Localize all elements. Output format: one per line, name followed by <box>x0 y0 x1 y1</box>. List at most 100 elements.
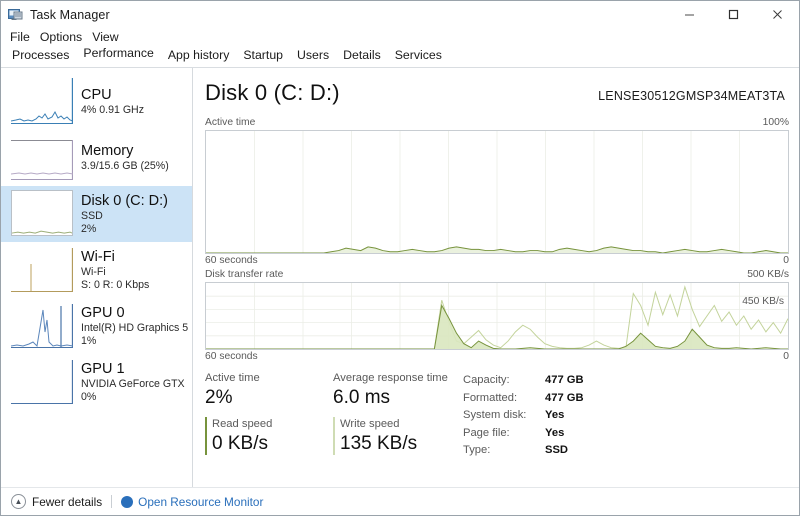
gpu-0-mini-graph <box>11 302 73 348</box>
chevron-up-icon: ▲ <box>11 494 26 509</box>
read-speed-label: Read speed <box>212 416 333 432</box>
sidebar-item-disk-0[interactable]: Disk 0 (C: D:) SSD 2% <box>1 186 192 242</box>
tab-app-history[interactable]: App history <box>161 46 237 67</box>
info-key-type: Type: <box>463 442 545 460</box>
info-value-type: SSD <box>545 442 568 460</box>
sidebar-item-wifi-sub2: S: 0 R: 0 Kbps <box>81 279 149 292</box>
average-response-time-value: 6.0 ms <box>333 386 461 410</box>
transfer-rate-graph-max: 500 KB/s <box>747 269 789 280</box>
info-row-page-file: Page file: Yes <box>463 425 789 443</box>
task-manager-window: Task Manager File Options View Processes… <box>0 0 800 516</box>
fewer-details-label: Fewer details <box>32 495 102 509</box>
average-response-time-label: Average response time <box>333 371 461 386</box>
sidebar-item-cpu-sub: 4% 0.91 GHz <box>81 104 144 117</box>
disk-mini-graph <box>11 190 73 236</box>
title-bar: Task Manager <box>1 1 799 28</box>
sidebar-item-wifi-text: Wi-Fi Wi-Fi S: 0 R: 0 Kbps <box>81 246 149 294</box>
sidebar-item-gpu-0[interactable]: GPU 0 Intel(R) HD Graphics 53( 1% <box>1 298 192 354</box>
sidebar-item-disk-0-text: Disk 0 (C: D:) SSD 2% <box>81 190 168 238</box>
sidebar-item-gpu-0-sub1: Intel(R) HD Graphics 53( <box>81 322 188 335</box>
sidebar-item-cpu-text: CPU 4% 0.91 GHz <box>81 78 144 126</box>
transfer-rate-graph[interactable]: 450 KB/s <box>205 282 789 350</box>
status-bar: ▲ Fewer details Open Resource Monitor <box>1 487 799 515</box>
tab-services[interactable]: Services <box>388 46 449 67</box>
info-value-page-file: Yes <box>545 425 564 443</box>
disk-info-list: Capacity: 477 GB Formatted: 477 GB Syste… <box>463 371 789 460</box>
sidebar-item-gpu-1-sub2: 0% <box>81 391 188 404</box>
page-title: Disk 0 (C: D:) <box>205 80 340 106</box>
info-value-formatted: 477 GB <box>545 390 584 408</box>
info-row-type: Type: SSD <box>463 442 789 460</box>
sidebar-item-memory-text: Memory 3.9/15.6 GB (25%) <box>81 134 169 182</box>
read-speed-value: 0 KB/s <box>212 432 333 456</box>
window-title: Task Manager <box>30 8 110 22</box>
sidebar-item-memory-title: Memory <box>81 143 169 160</box>
tab-startup[interactable]: Startup <box>236 46 290 67</box>
task-manager-icon <box>8 8 23 22</box>
info-row-system-disk: System disk: Yes <box>463 407 789 425</box>
active-time-graph-labels: Active time 100% <box>205 117 789 128</box>
tab-details[interactable]: Details <box>336 46 388 67</box>
tab-strip: Processes Performance App history Startu… <box>1 47 799 68</box>
menu-item-file[interactable]: File <box>5 28 35 47</box>
content-body: CPU 4% 0.91 GHz Memory 3.9/15.6 GB (25%) <box>1 68 799 487</box>
sidebar-item-gpu-0-sub2: 1% <box>81 335 188 348</box>
close-button[interactable] <box>755 1 799 28</box>
info-key-page-file: Page file: <box>463 425 545 443</box>
sidebar-item-cpu[interactable]: CPU 4% 0.91 GHz <box>1 74 192 130</box>
transfer-rate-scale-note: 450 KB/s <box>742 296 784 307</box>
average-response-time-stat: Average response time 6.0 ms <box>333 371 461 410</box>
transfer-rate-duration: 60 seconds <box>205 351 258 362</box>
cpu-mini-graph <box>11 78 73 124</box>
sidebar-item-disk-0-title: Disk 0 (C: D:) <box>81 193 168 210</box>
sidebar-item-disk-0-sub2: 2% <box>81 223 168 236</box>
resource-monitor-icon <box>121 496 133 508</box>
write-speed-stat: Write speed 135 KB/s <box>333 416 461 456</box>
write-speed-accent-bar <box>333 417 335 455</box>
sidebar-item-gpu-1-text: GPU 1 NVIDIA GeForce GTX 96 0% <box>81 358 188 406</box>
active-time-min: 0 <box>783 255 789 266</box>
panel-header: Disk 0 (C: D:) LENSE30512GMSP34MEAT3TA <box>205 80 789 106</box>
info-row-formatted: Formatted: 477 GB <box>463 390 789 408</box>
window-controls <box>667 1 799 28</box>
active-time-stat-label: Active time <box>205 371 333 386</box>
stats-area: Active time 2% Average response time 6.0… <box>205 371 789 460</box>
maximize-button[interactable] <box>711 1 755 28</box>
info-key-capacity: Capacity: <box>463 372 545 390</box>
active-time-duration: 60 seconds <box>205 255 258 266</box>
sidebar-item-gpu-0-title: GPU 0 <box>81 305 188 322</box>
info-row-capacity: Capacity: 477 GB <box>463 372 789 390</box>
stats-primary-row: Active time 2% Average response time 6.0… <box>205 371 463 410</box>
sidebar-item-gpu-1-sub1: NVIDIA GeForce GTX 96 <box>81 378 188 391</box>
stats-speed-row: Read speed 0 KB/s Write speed 135 KB/s <box>205 416 463 456</box>
sidebar-item-gpu-1[interactable]: GPU 1 NVIDIA GeForce GTX 96 0% <box>1 354 192 410</box>
transfer-rate-graph-labels: Disk transfer rate 500 KB/s <box>205 269 789 280</box>
tab-processes[interactable]: Processes <box>5 46 76 67</box>
sidebar-item-wifi-sub1: Wi-Fi <box>81 266 149 279</box>
tab-users[interactable]: Users <box>290 46 336 67</box>
status-bar-separator <box>111 495 112 508</box>
info-value-system-disk: Yes <box>545 407 564 425</box>
active-time-graph[interactable] <box>205 130 789 254</box>
active-time-graph-max: 100% <box>763 117 789 128</box>
sidebar-item-gpu-0-text: GPU 0 Intel(R) HD Graphics 53( 1% <box>81 302 188 350</box>
sidebar-item-memory[interactable]: Memory 3.9/15.6 GB (25%) <box>1 130 192 186</box>
sidebar-item-memory-sub: 3.9/15.6 GB (25%) <box>81 160 169 173</box>
sidebar-item-wifi[interactable]: Wi-Fi Wi-Fi S: 0 R: 0 Kbps <box>1 242 192 298</box>
active-time-stat-value: 2% <box>205 386 333 410</box>
transfer-rate-graph-title: Disk transfer rate <box>205 269 283 280</box>
performance-detail-panel: Disk 0 (C: D:) LENSE30512GMSP34MEAT3TA A… <box>193 68 799 487</box>
tab-performance[interactable]: Performance <box>76 44 160 67</box>
open-resource-monitor-link[interactable]: Open Resource Monitor <box>121 495 263 509</box>
gpu-1-mini-graph <box>11 358 73 404</box>
sidebar-item-gpu-1-title: GPU 1 <box>81 361 188 378</box>
fewer-details-button[interactable]: ▲ Fewer details <box>11 494 102 509</box>
write-speed-label: Write speed <box>340 416 461 432</box>
sidebar-item-cpu-title: CPU <box>81 87 144 104</box>
read-speed-accent-bar <box>205 417 207 455</box>
write-speed-value: 135 KB/s <box>340 432 461 456</box>
resource-sidebar: CPU 4% 0.91 GHz Memory 3.9/15.6 GB (25%) <box>1 68 193 487</box>
stats-left: Active time 2% Average response time 6.0… <box>205 371 463 460</box>
active-time-axis: 60 seconds 0 <box>205 255 789 266</box>
minimize-button[interactable] <box>667 1 711 28</box>
